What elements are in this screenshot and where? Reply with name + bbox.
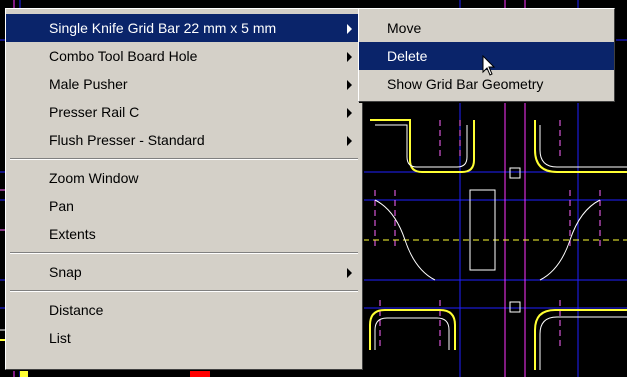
menu-item-list[interactable]: List: [6, 324, 362, 352]
submenu-item-move[interactable]: Move: [359, 14, 614, 42]
menu-item-snap[interactable]: Snap: [6, 258, 362, 286]
menu-item-label: List: [49, 330, 71, 346]
submenu-arrow-icon: [347, 108, 352, 118]
menu-item-label: Male Pusher: [49, 76, 128, 92]
menu-item-label: Presser Rail C: [49, 104, 140, 120]
menu-item-label: Distance: [49, 302, 104, 318]
menu-item-label: Zoom Window: [49, 170, 139, 186]
submenu-arrow-icon: [347, 80, 352, 90]
menu-item-label: Single Knife Grid Bar 22 mm x 5 mm: [49, 20, 277, 36]
menu-item-distance[interactable]: Distance: [6, 296, 362, 324]
menu-separator: [6, 248, 362, 258]
menu-item-male-pusher[interactable]: Male Pusher: [6, 70, 362, 98]
submenu-arrow-icon: [347, 268, 352, 278]
menu-item-flush-presser-standard[interactable]: Flush Presser - Standard: [6, 126, 362, 154]
menu-item-zoom-window[interactable]: Zoom Window: [6, 164, 362, 192]
menu-separator: [6, 154, 362, 164]
menu-item-combo-tool-board-hole[interactable]: Combo Tool Board Hole: [6, 42, 362, 70]
menu-item-label: Combo Tool Board Hole: [49, 48, 198, 64]
context-menu: Single Knife Grid Bar 22 mm x 5 mm Combo…: [5, 8, 363, 370]
submenu-arrow-icon: [347, 24, 352, 34]
menu-item-presser-rail-c[interactable]: Presser Rail C: [6, 98, 362, 126]
menu-separator: [6, 286, 362, 296]
menu-item-single-knife-grid-bar[interactable]: Single Knife Grid Bar 22 mm x 5 mm: [6, 14, 362, 42]
submenu-arrow-icon: [347, 136, 352, 146]
menu-item-label: Delete: [387, 48, 428, 64]
menu-item-label: Snap: [49, 264, 82, 280]
submenu-arrow-icon: [347, 52, 352, 62]
menu-item-label: Flush Presser - Standard: [49, 132, 205, 148]
menu-item-label: Move: [387, 20, 422, 36]
menu-item-label: Pan: [49, 198, 74, 214]
menu-item-extents[interactable]: Extents: [6, 220, 362, 248]
menu-item-label: Show Grid Bar Geometry: [387, 76, 544, 92]
menu-item-label: Extents: [49, 226, 96, 242]
menu-item-pan[interactable]: Pan: [6, 192, 362, 220]
arrow-cursor-icon: [482, 55, 496, 76]
